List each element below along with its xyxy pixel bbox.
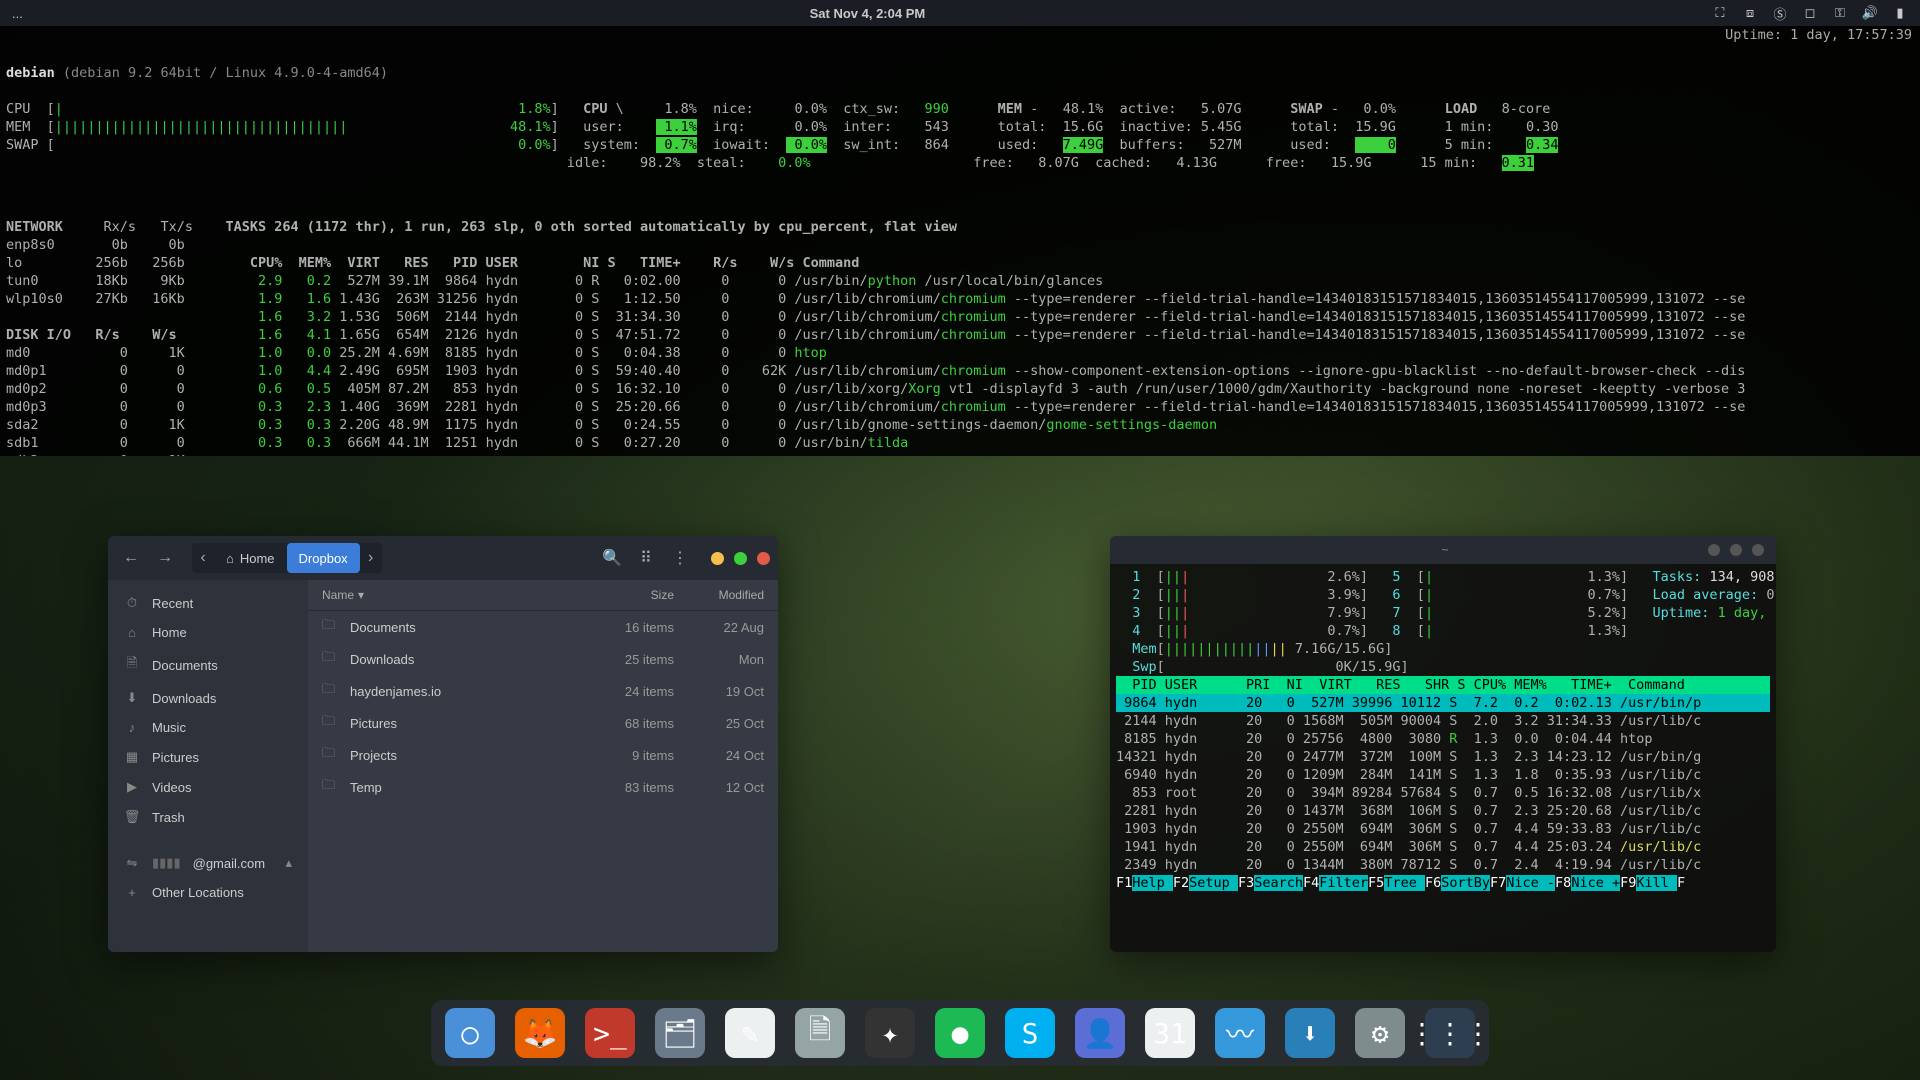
- sidebar-item-music[interactable]: ♪Music: [108, 713, 308, 742]
- forward-button[interactable]: →: [150, 543, 180, 573]
- sort-icon: ▾: [358, 588, 364, 602]
- glances-terminal[interactable]: Uptime: 1 day, 17:57:39 debian (debian 9…: [0, 26, 1920, 456]
- folder-icon: 🗀: [322, 744, 342, 766]
- dock: ◯ 🦊 >_ 🗂 ✎ 🗎 ✦ ● S 👤 31 〰 ⬇ ⚙ ⋮⋮⋮: [431, 1000, 1489, 1066]
- dock-firefox[interactable]: 🦊: [515, 1008, 565, 1058]
- panel-left: ...: [12, 6, 23, 21]
- htop-title: ~: [1182, 541, 1708, 559]
- file-row[interactable]: 🗀Projects9 items24 Oct: [308, 739, 778, 771]
- htop-minimize[interactable]: [1708, 544, 1720, 556]
- sidebar-item-home[interactable]: ⌂Home: [108, 618, 308, 647]
- pictures-icon: ▦: [124, 749, 140, 765]
- dock-software[interactable]: ⬇: [1285, 1008, 1335, 1058]
- dock-skype[interactable]: S: [1005, 1008, 1055, 1058]
- htop-window[interactable]: ~ 1 [||| 2.6%] 5 [| 1.3%] Tasks: 134, 90…: [1110, 536, 1776, 952]
- hostname: debian: [6, 65, 55, 81]
- dock-contacts[interactable]: 👤: [1075, 1008, 1125, 1058]
- list-header[interactable]: Name ▾ Size Modified: [308, 580, 778, 611]
- top-panel: ... Sat Nov 4, 2:04 PM ⛶ ⧈ Ⓢ ◻ ⚿ 🔊 ▮: [0, 0, 1920, 26]
- folder-icon: 🗀: [322, 776, 342, 798]
- maximize-button[interactable]: [734, 552, 747, 565]
- clock[interactable]: Sat Nov 4, 2:04 PM: [810, 6, 926, 21]
- htop-body: 1 [||| 2.6%] 5 [| 1.3%] Tasks: 134, 908 …: [1110, 564, 1776, 896]
- htop-close[interactable]: [1752, 544, 1764, 556]
- dock-settings[interactable]: ⚙: [1355, 1008, 1405, 1058]
- sidebar-account[interactable]: ⇋▮▮▮▮@gmail.com▴: [108, 848, 308, 878]
- activities-menu[interactable]: ...: [12, 6, 23, 21]
- htop-titlebar: ~: [1110, 536, 1776, 564]
- downloads-icon: ⬇: [124, 690, 140, 706]
- dock-files[interactable]: 🗂: [655, 1008, 705, 1058]
- sidebar-item-recent[interactable]: ⏱Recent: [108, 588, 308, 618]
- files-list: Name ▾ Size Modified 🗀Documents16 items2…: [308, 580, 778, 952]
- stats-columns: NETWORK Rx/s Tx/s TASKS 264 (1172 thr), …: [6, 218, 1914, 456]
- window-icon[interactable]: ◻: [1802, 5, 1818, 21]
- videos-icon: ▶: [124, 779, 140, 795]
- dock-apps[interactable]: ⋮⋮⋮: [1425, 1008, 1475, 1058]
- sidebar-item-pictures[interactable]: ▦Pictures: [108, 742, 308, 772]
- search-button[interactable]: 🔍: [597, 543, 627, 573]
- dock-editor[interactable]: ✎: [725, 1008, 775, 1058]
- files-window[interactable]: ← → ‹ ⌂Home Dropbox › 🔍 ⠿ ⋮ ⏱Recent⌂Home…: [108, 536, 778, 952]
- path-current[interactable]: Dropbox: [287, 543, 360, 573]
- folder-icon: 🗀: [322, 616, 342, 638]
- file-row[interactable]: 🗀Downloads25 itemsMon: [308, 643, 778, 675]
- menu-button[interactable]: ⋮: [665, 543, 695, 573]
- files-header: ← → ‹ ⌂Home Dropbox › 🔍 ⠿ ⋮: [108, 536, 778, 580]
- files-sidebar: ⏱Recent⌂Home🗎Documents⬇Downloads♪Music▦P…: [108, 580, 308, 952]
- htop-maximize[interactable]: [1730, 544, 1742, 556]
- dock-chromium[interactable]: ◯: [445, 1008, 495, 1058]
- screenshot-icon[interactable]: ⛶: [1712, 5, 1728, 21]
- trash-icon: 🗑: [124, 809, 140, 825]
- panel-right: ⛶ ⧈ Ⓢ ◻ ⚿ 🔊 ▮: [1712, 5, 1908, 21]
- path-home[interactable]: ⌂Home: [214, 543, 287, 573]
- folder-icon: 🗀: [322, 712, 342, 734]
- close-button[interactable]: [757, 552, 770, 565]
- vpn-icon[interactable]: ⚿: [1832, 5, 1848, 21]
- meters-row: CPU [| 1.8%] CPU \ 1.8% nice: 0.0% ctx_s…: [6, 100, 1914, 172]
- dock-monitor[interactable]: 〰: [1215, 1008, 1265, 1058]
- path-bar[interactable]: ‹ ⌂Home Dropbox ›: [192, 543, 382, 573]
- folder-icon: 🗀: [322, 680, 342, 702]
- minimize-button[interactable]: [711, 552, 724, 565]
- dock-spotify[interactable]: ●: [935, 1008, 985, 1058]
- file-row[interactable]: 🗀Pictures68 items25 Oct: [308, 707, 778, 739]
- home-icon: ⌂: [124, 625, 140, 640]
- dock-photos[interactable]: ✦: [865, 1008, 915, 1058]
- sidebar-other-locations[interactable]: +Other Locations: [108, 878, 308, 907]
- os-info: (debian 9.2 64bit / Linux 4.9.0-4-amd64): [63, 65, 388, 81]
- sidebar-item-downloads[interactable]: ⬇Downloads: [108, 683, 308, 713]
- recent-icon: ⏱: [124, 595, 140, 611]
- uptime-text: Uptime: 1 day, 17:57:39: [1725, 26, 1912, 44]
- music-icon: ♪: [124, 720, 140, 735]
- sidebar-item-videos[interactable]: ▶Videos: [108, 772, 308, 802]
- sidebar-item-trash[interactable]: 🗑Trash: [108, 802, 308, 832]
- back-button[interactable]: ←: [116, 543, 146, 573]
- dock-calendar[interactable]: 31: [1145, 1008, 1195, 1058]
- file-row[interactable]: 🗀Temp83 items12 Oct: [308, 771, 778, 803]
- documents-icon: 🗎: [124, 654, 140, 676]
- skype-tray-icon[interactable]: Ⓢ: [1772, 5, 1788, 21]
- path-prev-button[interactable]: ‹: [192, 543, 214, 573]
- folder-icon: 🗀: [322, 648, 342, 670]
- dropbox-icon[interactable]: ⧈: [1742, 5, 1758, 21]
- file-row[interactable]: 🗀Documents16 items22 Aug: [308, 611, 778, 643]
- file-row[interactable]: 🗀haydenjames.io24 items19 Oct: [308, 675, 778, 707]
- dock-terminal[interactable]: >_: [585, 1008, 635, 1058]
- sidebar-item-documents[interactable]: 🗎Documents: [108, 647, 308, 683]
- volume-icon[interactable]: 🔊: [1862, 5, 1878, 21]
- dock-document[interactable]: 🗎: [795, 1008, 845, 1058]
- path-next-button[interactable]: ›: [360, 543, 382, 573]
- view-button[interactable]: ⠿: [631, 543, 661, 573]
- battery-icon[interactable]: ▮: [1892, 5, 1908, 21]
